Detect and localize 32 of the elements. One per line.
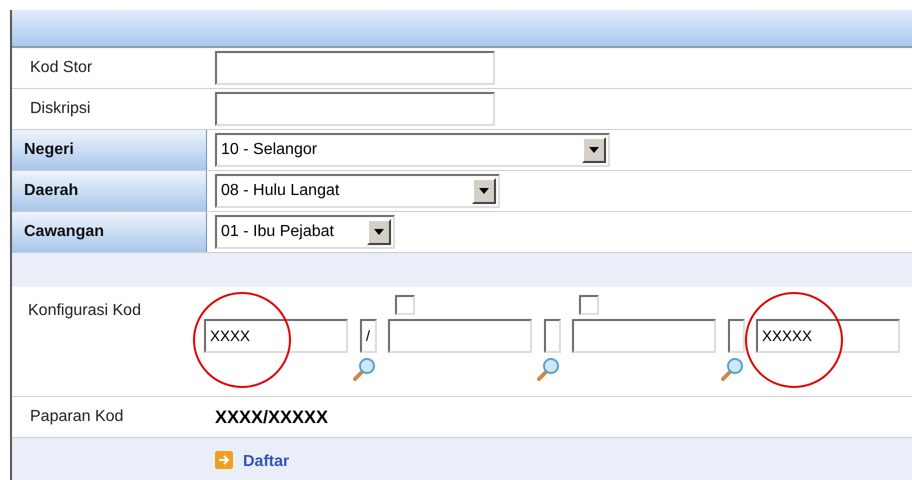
- dropdown-button[interactable]: [472, 178, 496, 204]
- dropdown-field[interactable]: 08 - Hulu Langat: [215, 174, 500, 208]
- field-label: Diskripsi: [30, 99, 90, 119]
- field-label: Negeri: [12, 130, 207, 170]
- search-icon[interactable]: [352, 357, 376, 381]
- checkbox[interactable]: [579, 295, 599, 315]
- caret-icon: [479, 188, 489, 194]
- code-field[interactable]: XXXXX: [756, 319, 900, 353]
- dropdown-field[interactable]: 10 - Selangor: [215, 133, 610, 167]
- dropdown-button[interactable]: [582, 137, 606, 163]
- field-label: Kod Stor: [30, 58, 92, 78]
- code-preview: XXXX/XXXXX: [214, 406, 328, 428]
- search-icon[interactable]: [536, 357, 560, 381]
- separator-field[interactable]: [544, 319, 560, 353]
- caret-icon: [374, 229, 384, 235]
- separator-field[interactable]: /: [360, 319, 376, 353]
- register-link[interactable]: Daftar: [243, 450, 290, 474]
- checkbox[interactable]: [395, 295, 415, 315]
- code-field[interactable]: XXXX: [204, 319, 348, 353]
- search-icon[interactable]: [720, 357, 744, 381]
- dropdown-field[interactable]: 01 - Ibu Pejabat: [215, 215, 395, 249]
- code-field[interactable]: [572, 319, 716, 353]
- separator-field[interactable]: [728, 319, 744, 353]
- field-label: Cawangan: [12, 212, 207, 252]
- caret-icon: [589, 147, 599, 153]
- field-label: Paparan Kod: [30, 408, 124, 425]
- code-field[interactable]: [388, 319, 532, 353]
- text-field[interactable]: [215, 92, 495, 126]
- field-label: Konfigurasi Kod: [28, 302, 141, 319]
- text-field[interactable]: [215, 51, 495, 85]
- field-label: Daerah: [12, 171, 207, 211]
- dropdown-button[interactable]: [367, 219, 391, 245]
